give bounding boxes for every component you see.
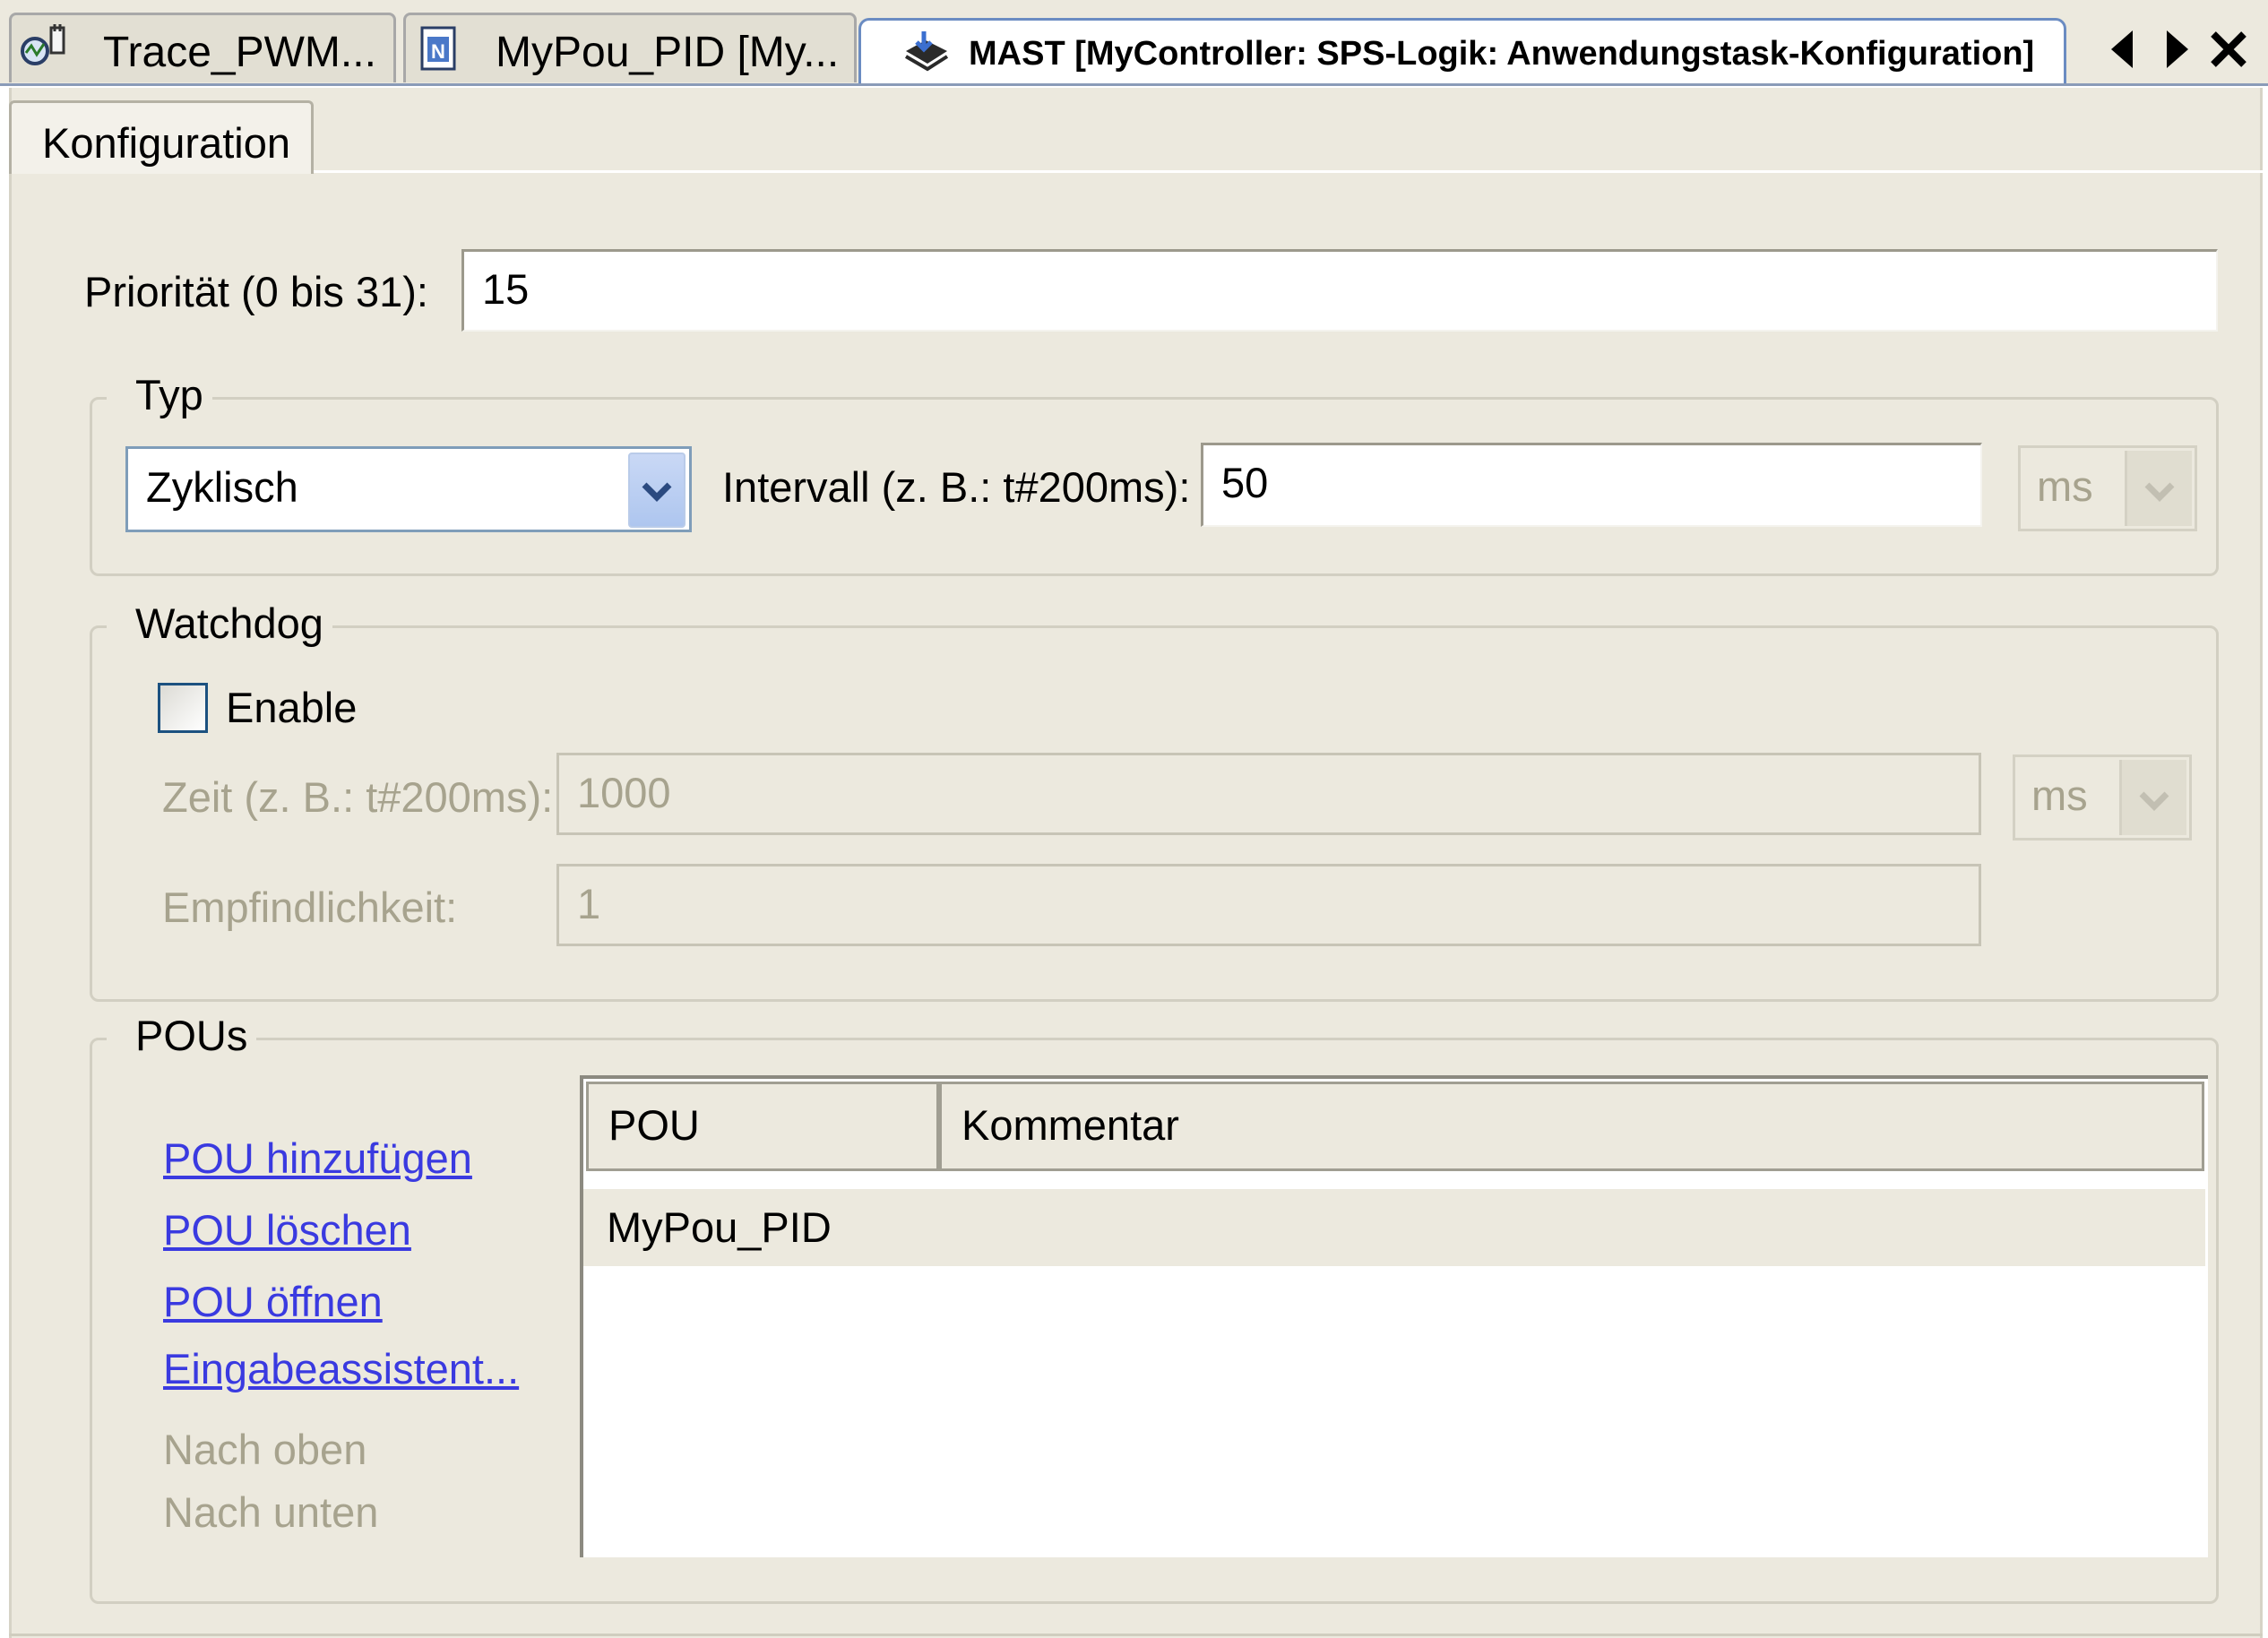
- pou-cell: MyPou_PID: [607, 1203, 832, 1251]
- tab-strip-divider: [0, 83, 2268, 86]
- chevron-down-icon: [2139, 791, 2169, 811]
- watchdog-time-unit-select: ms: [2013, 754, 2192, 841]
- pou-table: POU Kommentar MyPou_PID: [580, 1075, 2208, 1557]
- close-icon[interactable]: [2208, 27, 2249, 72]
- tab-label: MAST [MyController: SPS-Logik: Anwendung…: [969, 35, 2035, 73]
- watchdog-time-input[interactable]: 1000: [556, 753, 1981, 835]
- tab-mypou-pid[interactable]: N MyPou_PID [My...: [403, 13, 857, 82]
- interval-unit-button: [2125, 451, 2192, 526]
- watchdog-enable-label: Enable: [226, 684, 358, 731]
- tab-label: Trace_PWM...: [103, 29, 376, 76]
- pou-document-icon: N: [420, 26, 456, 71]
- pous-group-legend: POUs: [107, 1011, 257, 1060]
- watchdog-sensitivity-input[interactable]: 1: [556, 864, 1981, 946]
- move-down-action: Nach unten: [163, 1488, 379, 1536]
- table-row[interactable]: MyPou_PID: [583, 1189, 2205, 1266]
- chevron-down-icon: [2144, 482, 2175, 502]
- type-group-legend: Typ: [107, 370, 212, 419]
- tab-label: Konfiguration: [42, 119, 290, 167]
- editor-tab-strip: Trace_PWM... N MyPou_PID [My... MAST [My…: [0, 0, 2268, 86]
- interval-unit-select: ms: [2018, 445, 2197, 531]
- input-assistant-link[interactable]: Eingabeassistent...: [163, 1344, 519, 1393]
- type-select-value: Zyklisch: [146, 463, 298, 511]
- watchdog-sensitivity-label: Empfindlichkeit:: [162, 884, 458, 931]
- watchdog-time-unit-button: [2119, 760, 2186, 835]
- watchdog-time-unit-value: ms: [2031, 772, 2088, 819]
- watchdog-group-legend: Watchdog: [107, 599, 332, 648]
- svg-text:N: N: [431, 40, 445, 63]
- delete-pou-link[interactable]: POU löschen: [163, 1205, 411, 1254]
- type-select[interactable]: Zyklisch: [125, 446, 692, 532]
- open-pou-link[interactable]: POU öffnen: [163, 1277, 383, 1326]
- tab-trace-pwm[interactable]: Trace_PWM...: [9, 13, 396, 82]
- panel-bottom-border: [9, 1634, 2263, 1636]
- interval-input[interactable]: 50: [1201, 443, 1982, 527]
- type-select-button[interactable]: [628, 453, 686, 528]
- triangle-right-icon[interactable]: [2158, 27, 2194, 72]
- chevron-down-icon: [642, 482, 672, 502]
- column-header-pou[interactable]: POU: [586, 1082, 939, 1171]
- tab-label: MyPou_PID [My...: [496, 29, 840, 76]
- watchdog-enable-checkbox[interactable]: [158, 683, 208, 733]
- triangle-left-icon[interactable]: [2106, 27, 2142, 72]
- task-configuration-editor: Trace_PWM... N MyPou_PID [My... MAST [My…: [0, 0, 2268, 1638]
- interval-unit-value: ms: [2037, 462, 2093, 510]
- priority-label: Priorität (0 bis 31):: [84, 268, 428, 315]
- move-up-action: Nach oben: [163, 1426, 367, 1473]
- tab-mast-task-config[interactable]: MAST [MyController: SPS-Logik: Anwendung…: [858, 18, 2066, 86]
- sub-tab-divider: [314, 170, 2263, 173]
- trace-icon: [21, 24, 65, 65]
- priority-input[interactable]: 15: [461, 249, 2218, 332]
- add-pou-link[interactable]: POU hinzufügen: [163, 1134, 472, 1183]
- column-header-comment[interactable]: Kommentar: [939, 1082, 2204, 1171]
- interval-label: Intervall (z. B.: t#200ms):: [722, 463, 1191, 511]
- watchdog-time-label: Zeit (z. B.: t#200ms):: [162, 773, 554, 821]
- tab-konfiguration[interactable]: Konfiguration: [9, 100, 314, 174]
- task-icon: [904, 31, 949, 72]
